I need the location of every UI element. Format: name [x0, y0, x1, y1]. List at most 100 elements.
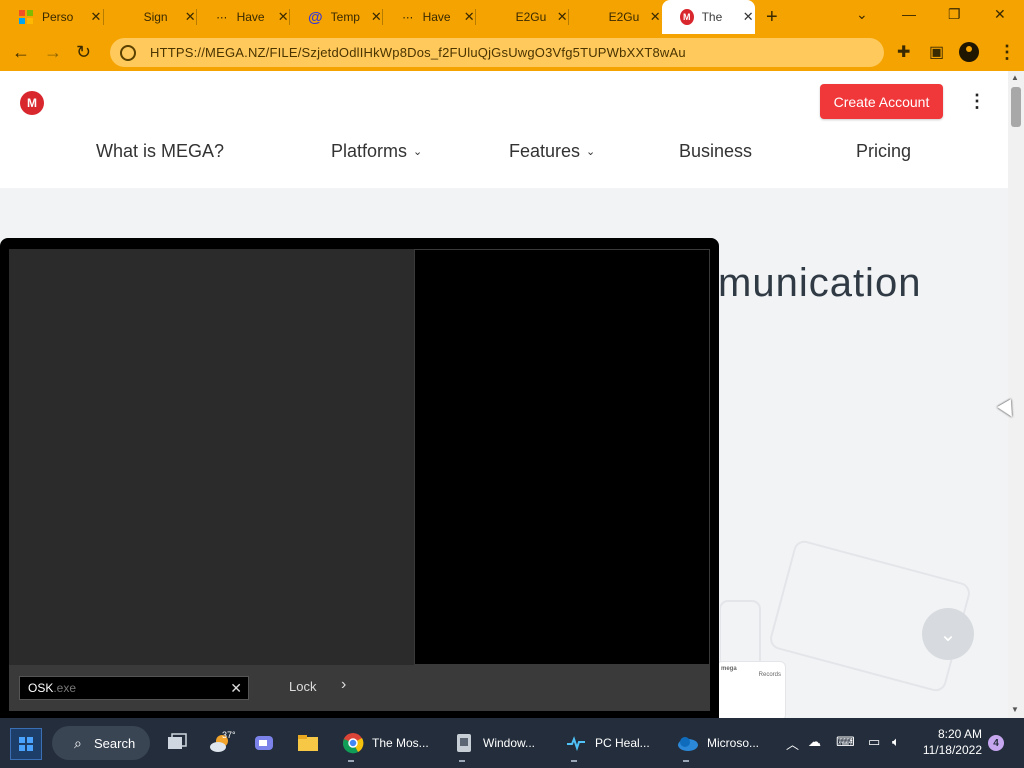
browser-tab[interactable]: @ Temp ✕ — [290, 0, 383, 34]
teams-chat-icon[interactable] — [253, 732, 275, 754]
extensions-icon[interactable]: ✚ — [897, 42, 910, 62]
search-typed-text: OSK — [28, 681, 54, 695]
browser-toolbar: ← → ↻ HTTPS://MEGA.NZ/FILE/SzjetdOdlIHkW… — [0, 34, 1024, 71]
windows-logo-pane — [27, 745, 33, 751]
menu-kebab-icon[interactable]: ⋮ — [998, 42, 1016, 63]
running-indicator — [459, 760, 465, 762]
reload-icon[interactable]: ↻ — [76, 42, 91, 63]
notification-badge[interactable]: 4 — [988, 735, 1004, 751]
show-hidden-icons-icon[interactable]: ︿ — [786, 734, 799, 753]
site-info-icon[interactable] — [120, 44, 136, 61]
browser-tab[interactable]: E2Gu ✕ — [569, 0, 662, 34]
scrollbar-thumb[interactable] — [1011, 87, 1021, 127]
taskbar-app-windows[interactable]: Window... — [453, 726, 536, 762]
browser-tab[interactable]: ⋯ Have ✕ — [383, 0, 476, 34]
app-label: PC Heal... — [595, 736, 650, 750]
tab-title: Have — [236, 10, 265, 24]
search-autocomplete-text: .exe — [53, 681, 77, 695]
site-header: M Create Account ⋮ What is MEGA? Platfor… — [0, 71, 1008, 188]
tab-title: Have — [422, 10, 451, 24]
nav-features[interactable]: Features ⌄ — [509, 141, 595, 162]
system-clock[interactable]: 8:20 AM 11/18/2022 — [918, 726, 982, 758]
network-icon[interactable]: ▭ — [868, 734, 880, 750]
site-icon: ⋯ — [216, 11, 228, 24]
browser-tab[interactable]: E2Gu ✕ — [476, 0, 569, 34]
nav-pricing[interactable]: Pricing — [856, 141, 911, 162]
create-account-button[interactable]: Create Account — [820, 84, 943, 119]
address-bar[interactable]: HTTPS://MEGA.NZ/FILE/SzjetdOdlIHkWp8Dos_… — [110, 38, 884, 67]
close-tab-icon[interactable]: ✕ — [555, 9, 569, 25]
close-tab-icon[interactable]: ✕ — [648, 9, 662, 25]
volume-icon[interactable]: 🔈︎ — [892, 734, 900, 750]
tab-title: E2Gu — [515, 10, 547, 24]
mega-icon: M — [680, 9, 694, 25]
close-tab-icon[interactable]: ✕ — [276, 9, 290, 25]
blank-page-icon — [587, 9, 601, 25]
close-tab-icon[interactable]: ✕ — [741, 9, 755, 25]
url-text: HTTPS://MEGA.NZ/FILE/SzjetdOdlIHkWp8Dos_… — [150, 45, 686, 60]
start-button[interactable] — [10, 728, 42, 760]
nav-label: Features — [509, 141, 581, 161]
new-tab-icon[interactable]: + — [766, 6, 778, 29]
page-scrollbar[interactable]: ▲ ▼ — [1008, 71, 1024, 718]
clear-search-icon[interactable]: ✕ — [230, 680, 242, 697]
card-subtitle: Records — [758, 672, 781, 678]
chrome-icon — [343, 733, 364, 754]
tab-search-icon[interactable]: ⌄ — [856, 6, 868, 23]
nav-business[interactable]: Business — [679, 141, 752, 162]
close-tab-icon[interactable]: ✕ — [183, 9, 197, 25]
close-window-icon[interactable]: ✕ — [994, 6, 1006, 23]
tab-title: Perso — [42, 10, 74, 24]
nav-what-is-mega[interactable]: What is MEGA? — [96, 141, 224, 162]
weather-temperature: 37° — [222, 730, 236, 740]
more-options-icon[interactable]: ⋮ — [968, 91, 986, 112]
chevron-right-icon[interactable]: › — [341, 676, 346, 694]
scroll-up-arrow-icon[interactable]: ▲ — [1011, 73, 1019, 82]
pc-health-check-icon — [567, 736, 585, 752]
restore-icon[interactable]: ❐ — [948, 6, 961, 23]
task-view-icon[interactable] — [166, 732, 188, 754]
windows-logo-pane — [27, 737, 33, 743]
overlay-window: OSK .exe ✕ Lock › — [0, 238, 719, 718]
taskbar-app-onedrive[interactable]: Microso... — [677, 726, 759, 762]
tab-title: Temp — [330, 10, 360, 24]
taskbar-search-button[interactable]: ⌕ Search — [52, 726, 150, 760]
chevron-down-icon: ⌄ — [939, 623, 957, 646]
side-panel-icon[interactable]: ▣ — [929, 42, 944, 62]
browser-tab[interactable]: ⋯ Have ✕ — [197, 0, 290, 34]
scroll-down-arrow-icon[interactable]: ▼ — [1011, 705, 1019, 714]
tab-title: Sign — [143, 10, 168, 24]
running-indicator — [571, 760, 577, 762]
running-indicator — [683, 760, 689, 762]
browser-tab[interactable]: Perso ✕ — [0, 0, 104, 34]
onedrive-tray-icon[interactable]: ☁ — [808, 734, 821, 750]
taskbar-app-pc-health[interactable]: PC Heal... — [565, 726, 650, 762]
clock-time: 8:20 AM — [937, 727, 982, 741]
close-tab-icon[interactable]: ✕ — [88, 9, 104, 25]
nav-platforms[interactable]: Platforms ⌄ — [331, 141, 422, 162]
close-tab-icon[interactable]: ✕ — [370, 9, 383, 25]
scroll-down-button[interactable]: ⌄ — [922, 608, 974, 660]
app-label: Window... — [483, 736, 536, 750]
back-icon[interactable]: ← — [12, 42, 30, 63]
forward-icon[interactable]: → — [44, 42, 62, 63]
onedrive-icon — [678, 737, 698, 751]
file-explorer-icon[interactable] — [297, 732, 319, 754]
mega-logo[interactable]: M — [20, 91, 44, 115]
tab-strip: Perso ✕ Sign ✕ ⋯ Have ✕ @ Temp ✕ ⋯ Have … — [0, 0, 1024, 34]
taskbar-app-chrome[interactable]: The Mos... — [342, 726, 429, 762]
taskbar: ⌕ Search 37° The Mos... Window... PC Hea… — [0, 718, 1024, 768]
blank-page-icon — [494, 9, 508, 25]
minimize-icon[interactable]: — — [902, 6, 916, 22]
close-tab-icon[interactable]: ✕ — [462, 9, 476, 25]
overlay-bottom-bar: OSK .exe ✕ Lock › — [9, 665, 710, 711]
browser-tab-active[interactable]: M The ✕ — [662, 0, 755, 34]
nav-label: Platforms — [331, 141, 408, 161]
at-sign-icon: @ — [308, 8, 323, 26]
run-search-input[interactable]: OSK .exe ✕ — [19, 676, 249, 700]
keyboard-icon[interactable]: ⌨ — [836, 734, 855, 750]
lock-button[interactable]: Lock — [289, 679, 316, 694]
browser-tab[interactable]: Sign ✕ — [104, 0, 197, 34]
profile-icon[interactable] — [959, 42, 979, 62]
windows-logo-pane — [19, 737, 25, 743]
